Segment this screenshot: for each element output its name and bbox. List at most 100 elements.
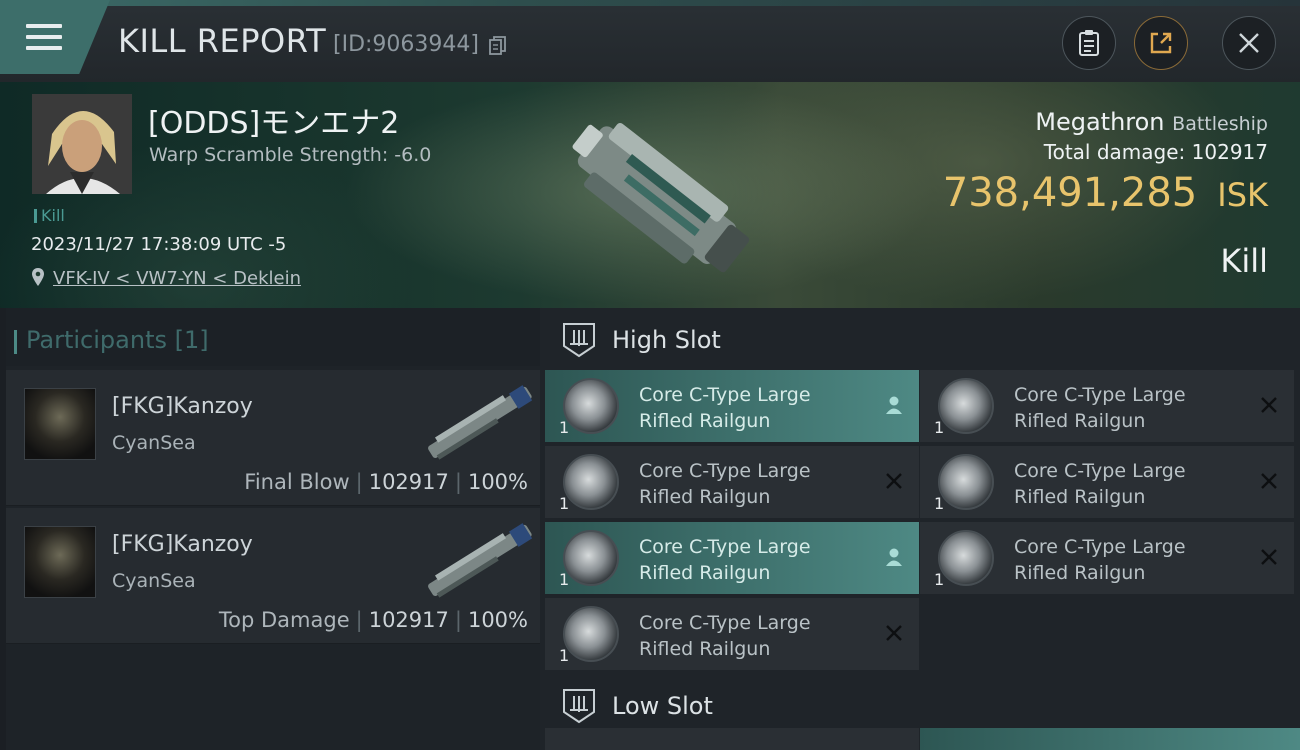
fitting-panel: High Slot 1 Core C-Type Large Rifled Railg…: [540, 308, 1300, 750]
railgun-module-icon: [938, 378, 994, 434]
module-item[interactable]: 1 Core C-Type Large Rifled Railgun: [545, 370, 919, 442]
module-name: Core C-Type Large Rifled Railgun: [639, 382, 859, 434]
railgun-module-icon: [563, 378, 619, 434]
railgun-module-icon: [938, 530, 994, 586]
module-quantity: 1: [934, 494, 945, 513]
low-slot-module-partial[interactable]: [545, 728, 919, 750]
copy-icon[interactable]: [489, 36, 507, 56]
victim-name[interactable]: [ODDS]モンエナ2: [148, 98, 399, 142]
module-name-line1: Core C-Type Large: [1014, 536, 1186, 558]
hamburger-menu-icon[interactable]: [26, 24, 62, 52]
participant-stats: Final Blow | 102917 | 100%: [244, 470, 528, 494]
module-quantity: 1: [934, 570, 945, 589]
person-icon: [886, 548, 902, 566]
module-item[interactable]: 1 Core C-Type Large Rifled Railgun: [545, 446, 919, 518]
participant-role: Final Blow: [244, 470, 350, 494]
share-icon: [1150, 32, 1172, 54]
participant-card[interactable]: [FKG]Kanzoy CyanSea Top Damage | 102917 | 10…: [6, 508, 540, 644]
module-name: Core C-Type Large Rifled Railgun: [1014, 534, 1234, 586]
ship-name[interactable]: Megathron: [1035, 108, 1164, 136]
ship-render-icon: [572, 122, 750, 273]
module-name-line1: Core C-Type Large: [639, 460, 811, 482]
participant-name[interactable]: [FKG]Kanzoy: [112, 394, 253, 419]
clipboard-button[interactable]: [1062, 16, 1116, 70]
total-damage: Total damage: 102917: [1044, 140, 1268, 164]
module-item[interactable]: 1 Core C-Type Large Rifled Railgun: [920, 522, 1294, 594]
close-icon: [1239, 33, 1259, 53]
module-name-line1: Core C-Type Large: [639, 384, 811, 406]
participant-percent: 100%: [467, 608, 528, 632]
high-slot-header: High Slot: [540, 308, 1300, 372]
module-quantity: 1: [559, 646, 570, 665]
x-icon: [886, 625, 902, 641]
module-item[interactable]: 1 Core C-Type Large Rifled Railgun: [545, 522, 919, 594]
header-accent-line: [0, 0, 1300, 6]
warp-scramble-strength: Warp Scramble Strength: -6.0: [149, 144, 432, 166]
module-name-line2: Rifled Railgun: [639, 410, 771, 432]
participant-avatar[interactable]: [24, 526, 96, 598]
module-name: Core C-Type Large Rifled Railgun: [639, 610, 859, 662]
x-icon: [1261, 397, 1277, 413]
module-item[interactable]: 1 Core C-Type Large Rifled Railgun: [920, 446, 1294, 518]
module-name-line2: Rifled Railgun: [1014, 562, 1146, 584]
module-name-line2: Rifled Railgun: [639, 562, 771, 584]
module-name-line2: Rifled Railgun: [1014, 410, 1146, 432]
module-name: Core C-Type Large Rifled Railgun: [1014, 382, 1234, 434]
module-name-line1: Core C-Type Large: [639, 536, 811, 558]
participants-header: Participants [1]: [6, 308, 540, 366]
module-quantity: 1: [559, 418, 570, 437]
module-name-line1: Core C-Type Large: [1014, 460, 1186, 482]
participant-damage: 102917: [368, 470, 449, 494]
railgun-module-icon: [563, 454, 619, 510]
page-title: KILL REPORT: [118, 22, 327, 60]
clipboard-icon: [1079, 30, 1099, 56]
module-item[interactable]: 1 Core C-Type Large Rifled Railgun: [545, 598, 919, 670]
location-pin-icon: [32, 268, 44, 286]
module-name-line2: Rifled Railgun: [639, 486, 771, 508]
module-quantity: 1: [559, 570, 570, 589]
module-name: Core C-Type Large Rifled Railgun: [639, 458, 859, 510]
participant-damage: 102917: [368, 608, 449, 632]
module-name-line1: Core C-Type Large: [1014, 384, 1186, 406]
module-name: Core C-Type Large Rifled Railgun: [1014, 458, 1234, 510]
railgun-module-icon: [563, 606, 619, 662]
railgun-weapon-icon: [428, 385, 533, 460]
module-name-line2: Rifled Railgun: [639, 638, 771, 660]
ship-info: Megathron Battleship: [1035, 108, 1268, 136]
kill-result: Kill: [1220, 242, 1268, 280]
participant-avatar[interactable]: [24, 388, 96, 460]
kill-datetime: 2023/11/27 17:38:09 UTC -5: [31, 234, 287, 255]
x-icon: [886, 473, 902, 489]
low-slot-label: Low Slot: [612, 692, 713, 720]
x-icon: [1261, 473, 1277, 489]
report-id: [ID:9063944]: [333, 32, 479, 57]
isk-value-line: 738,491,285 ISK: [943, 170, 1268, 216]
low-slot-module-partial[interactable]: [920, 728, 1300, 750]
railgun-module-icon: [938, 454, 994, 510]
kill-summary-banner: [ODDS]モンエナ2 Warp Scramble Strength: -6.0…: [0, 82, 1300, 308]
header-bar: KILL REPORT [ID:9063944]: [0, 0, 1300, 82]
share-button[interactable]: [1134, 16, 1188, 70]
portrait-avatar-icon: [32, 94, 132, 194]
participants-panel: Participants [1] [FKG]Kanzoy CyanSea Fin…: [6, 308, 540, 750]
railgun-module-icon: [563, 530, 619, 586]
kill-location-link[interactable]: VFK-IV < VW7-YN < Deklein: [53, 268, 301, 289]
module-name-line2: Rifled Railgun: [1014, 486, 1146, 508]
total-damage-value: 102917: [1191, 140, 1268, 164]
high-slot-label: High Slot: [612, 326, 721, 354]
close-button[interactable]: [1222, 16, 1276, 70]
participant-role: Top Damage: [218, 608, 350, 632]
menu-button[interactable]: [0, 0, 110, 74]
victim-portrait[interactable]: [32, 94, 132, 194]
module-item[interactable]: 1 Core C-Type Large Rifled Railgun: [920, 370, 1294, 442]
railgun-weapon-icon: [428, 523, 533, 598]
isk-unit: ISK: [1217, 176, 1268, 214]
module-quantity: 1: [934, 418, 945, 437]
total-damage-label: Total damage:: [1043, 140, 1186, 164]
participant-card[interactable]: [FKG]Kanzoy CyanSea Final Blow | 102917 | 10…: [6, 370, 540, 506]
participant-stats: Top Damage | 102917 | 100%: [218, 608, 528, 632]
participant-percent: 100%: [467, 470, 528, 494]
participant-corp: CyanSea: [112, 570, 196, 592]
participant-name[interactable]: [FKG]Kanzoy: [112, 532, 253, 557]
participants-title: Participants [1]: [14, 326, 209, 354]
